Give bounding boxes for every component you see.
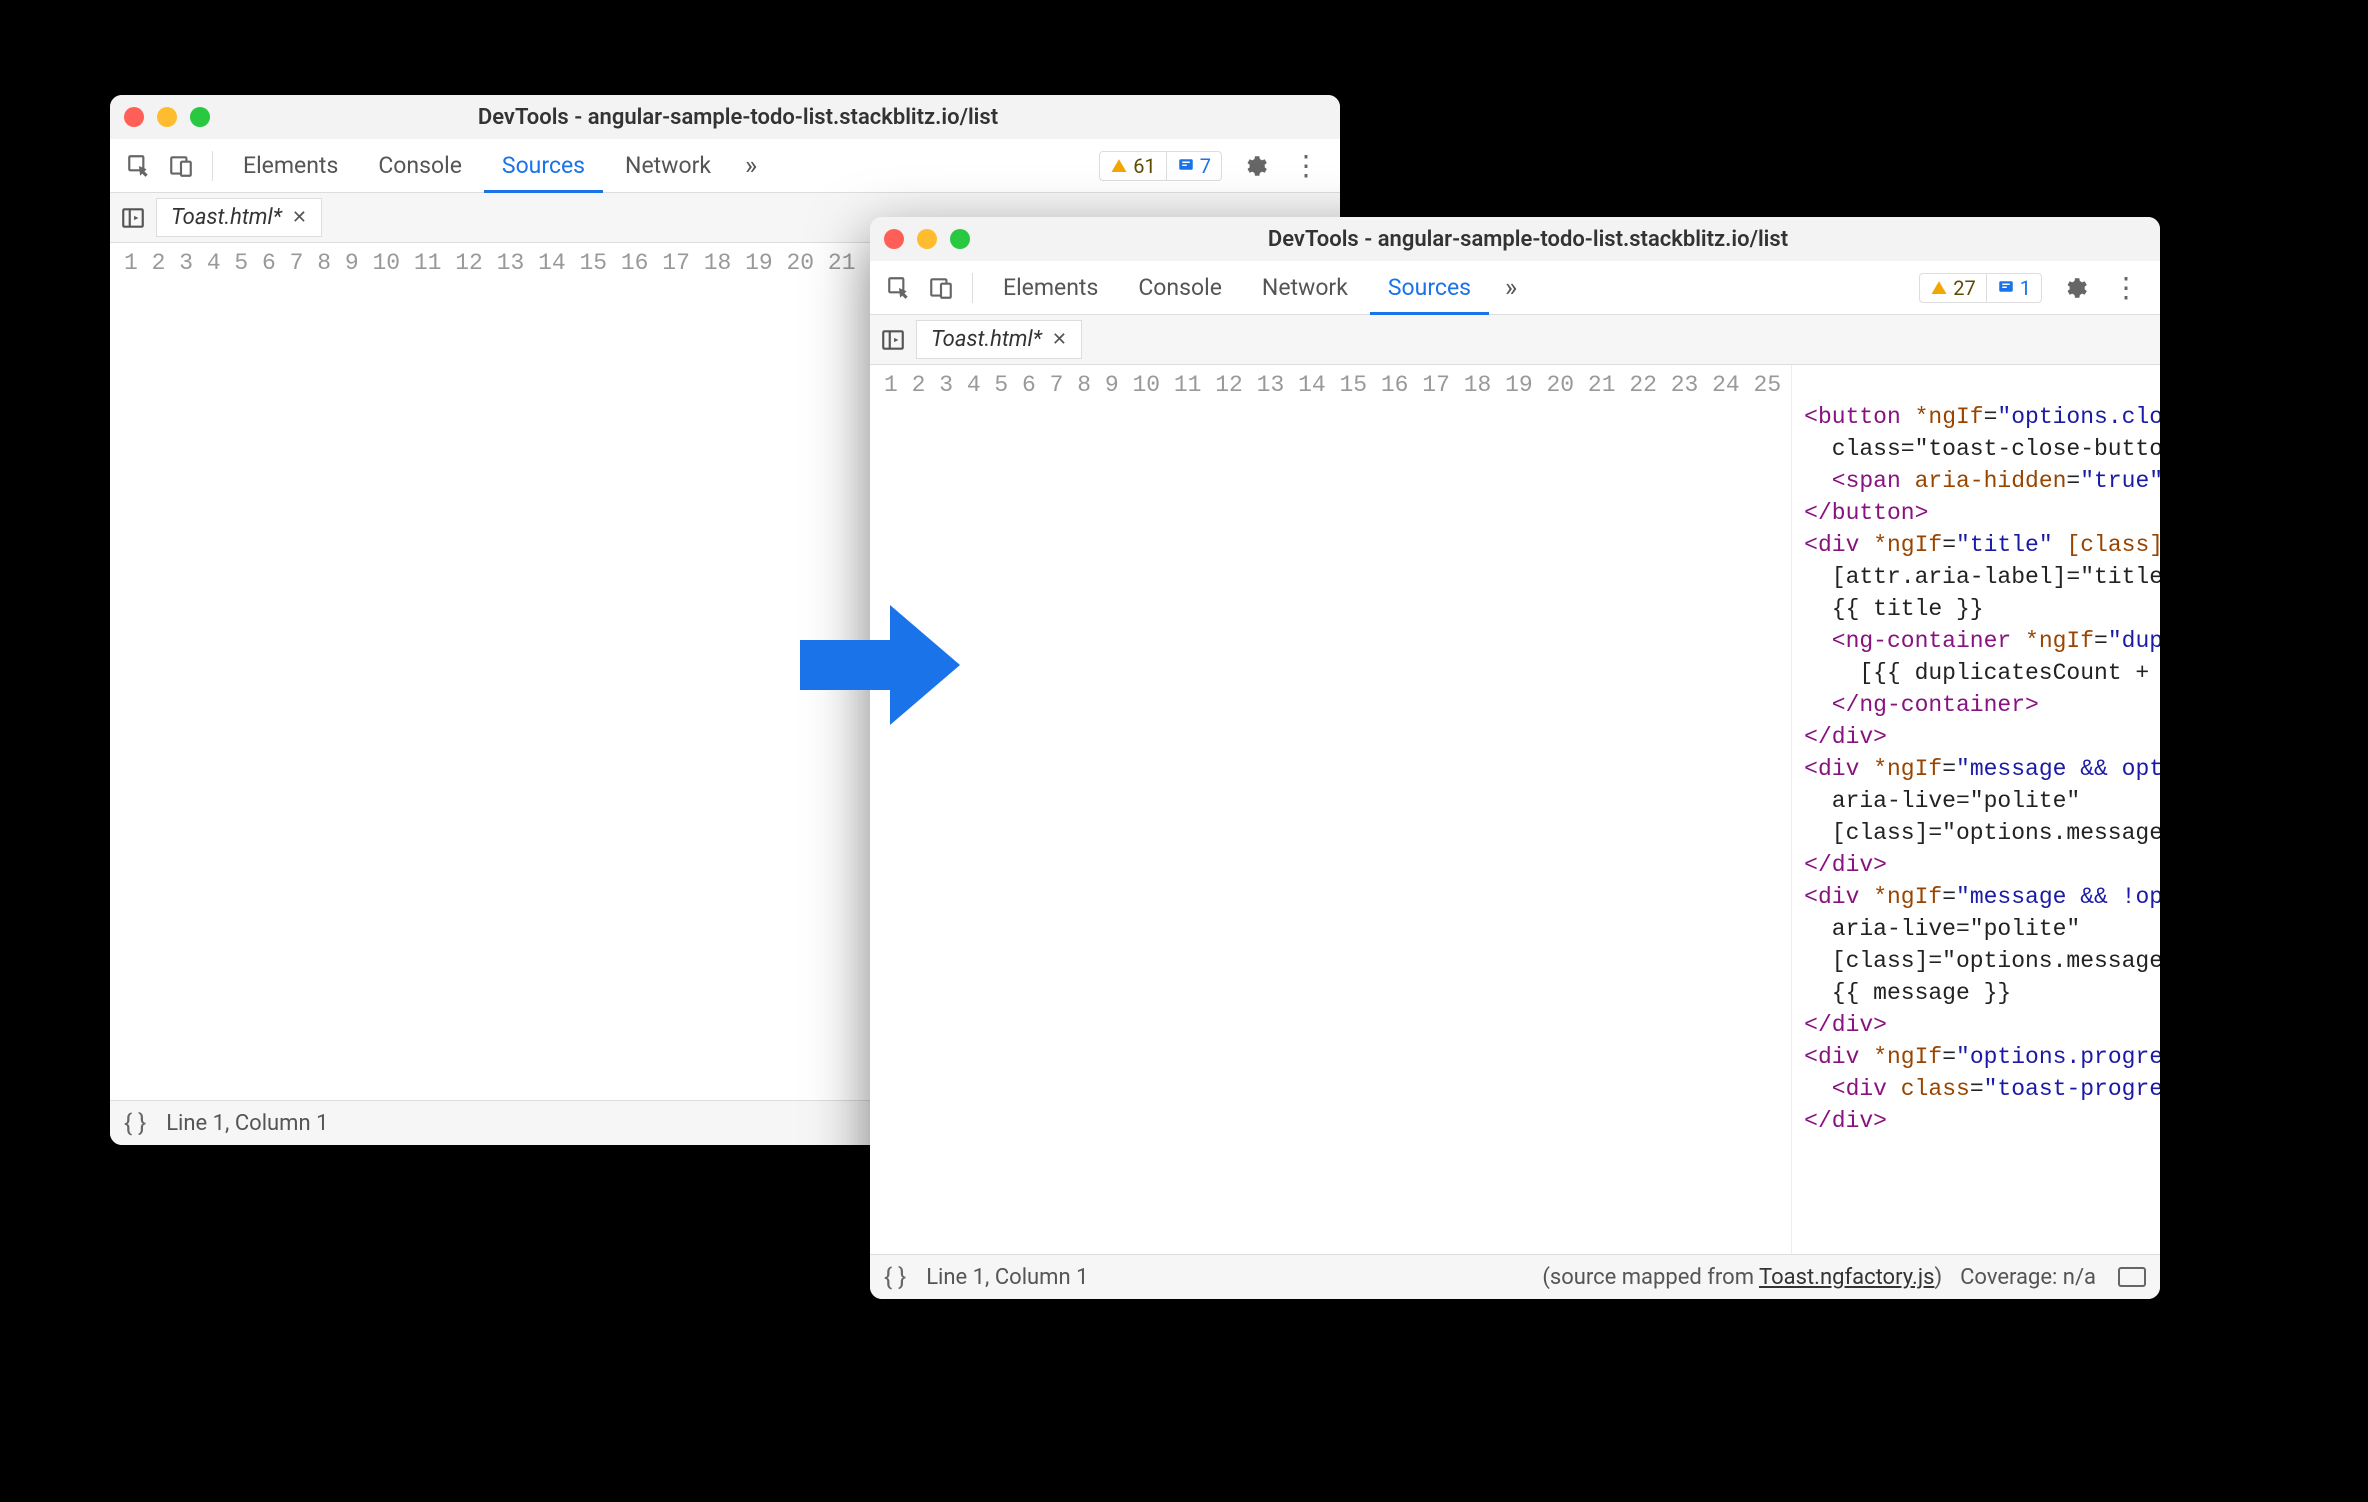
tab-elements[interactable]: Elements [985, 260, 1116, 315]
divider [972, 273, 973, 303]
panel-tabs-toolbar: Elements Console Network Sources » 27 1 … [870, 261, 2160, 315]
tab-network[interactable]: Network [1244, 260, 1366, 315]
tab-console[interactable]: Console [1120, 260, 1240, 315]
warnings-badge[interactable]: 27 [1920, 274, 1985, 302]
source-mapped-label: (source mapped from Toast.ngfactory.js) [1542, 1265, 1942, 1290]
navigator-toggle-icon[interactable] [120, 205, 146, 231]
settings-icon[interactable] [2052, 275, 2098, 301]
traffic-lights [124, 107, 210, 127]
titlebar[interactable]: DevTools - angular-sample-todo-list.stac… [110, 95, 1340, 139]
more-tabs-icon[interactable]: » [733, 151, 769, 181]
tab-sources[interactable]: Sources [484, 138, 603, 193]
more-tabs-icon[interactable]: » [1493, 273, 1529, 303]
close-window-button[interactable] [124, 107, 144, 127]
file-tab[interactable]: Toast.html* ✕ [156, 198, 322, 237]
minimize-window-button[interactable] [917, 229, 937, 249]
traffic-lights [884, 229, 970, 249]
file-tab-label: Toast.html* [931, 327, 1042, 352]
pretty-print-icon[interactable]: { } [884, 1263, 906, 1291]
titlebar[interactable]: DevTools - angular-sample-todo-list.stac… [870, 217, 2160, 261]
device-toolbar-icon[interactable] [162, 147, 200, 185]
sources-subtoolbar: Toast.html* ✕ [870, 315, 2160, 365]
close-file-icon[interactable]: ✕ [292, 207, 307, 228]
info-badge[interactable]: 1 [1986, 274, 2041, 302]
info-badge[interactable]: 7 [1166, 152, 1221, 180]
panel-tabs-toolbar: Elements Console Sources Network » 61 7 … [110, 139, 1340, 193]
tab-sources[interactable]: Sources [1370, 260, 1489, 315]
window-title: DevTools - angular-sample-todo-list.stac… [230, 105, 1326, 130]
tab-console[interactable]: Console [360, 138, 480, 193]
maximize-window-button[interactable] [190, 107, 210, 127]
warnings-badge[interactable]: 61 [1100, 152, 1165, 180]
close-file-icon[interactable]: ✕ [1052, 329, 1067, 350]
kebab-menu-icon[interactable]: ⋮ [2102, 271, 2150, 304]
code-content[interactable]: <button *ngIf="options.closeButton" (cli… [1792, 365, 2160, 1254]
tab-network[interactable]: Network [607, 138, 729, 193]
source-map-link[interactable]: Toast.ngfactory.js [1759, 1265, 1934, 1290]
file-tab[interactable]: Toast.html* ✕ [916, 320, 1082, 359]
inspect-element-icon[interactable] [120, 147, 158, 185]
coverage-label: Coverage: n/a [1960, 1265, 2096, 1290]
maximize-window-button[interactable] [950, 229, 970, 249]
window-title: DevTools - angular-sample-todo-list.stac… [990, 227, 2146, 252]
arrow-icon [790, 590, 970, 740]
device-toolbar-icon[interactable] [922, 269, 960, 307]
tab-elements[interactable]: Elements [225, 138, 356, 193]
file-tab-label: Toast.html* [171, 205, 282, 230]
kebab-menu-icon[interactable]: ⋮ [1282, 149, 1330, 182]
divider [212, 151, 213, 181]
issue-badges[interactable]: 27 1 [1919, 273, 2042, 303]
navigator-toggle-icon[interactable] [880, 327, 906, 353]
format-icon[interactable] [2118, 1267, 2146, 1287]
minimize-window-button[interactable] [157, 107, 177, 127]
pretty-print-icon[interactable]: { } [124, 1109, 146, 1137]
code-editor[interactable]: 1 2 3 4 5 6 7 8 9 10 11 12 13 14 15 16 1… [870, 365, 2160, 1254]
statusbar: { } Line 1, Column 1 (source mapped from… [870, 1254, 2160, 1299]
settings-icon[interactable] [1232, 153, 1278, 179]
inspect-element-icon[interactable] [880, 269, 918, 307]
devtools-window-2: DevTools - angular-sample-todo-list.stac… [870, 217, 2160, 1299]
issue-badges[interactable]: 61 7 [1099, 151, 1222, 181]
close-window-button[interactable] [884, 229, 904, 249]
line-gutter: 1 2 3 4 5 6 7 8 9 10 11 12 13 14 15 16 1… [870, 365, 1792, 1254]
cursor-position: Line 1, Column 1 [926, 1265, 1088, 1290]
cursor-position: Line 1, Column 1 [166, 1111, 328, 1136]
